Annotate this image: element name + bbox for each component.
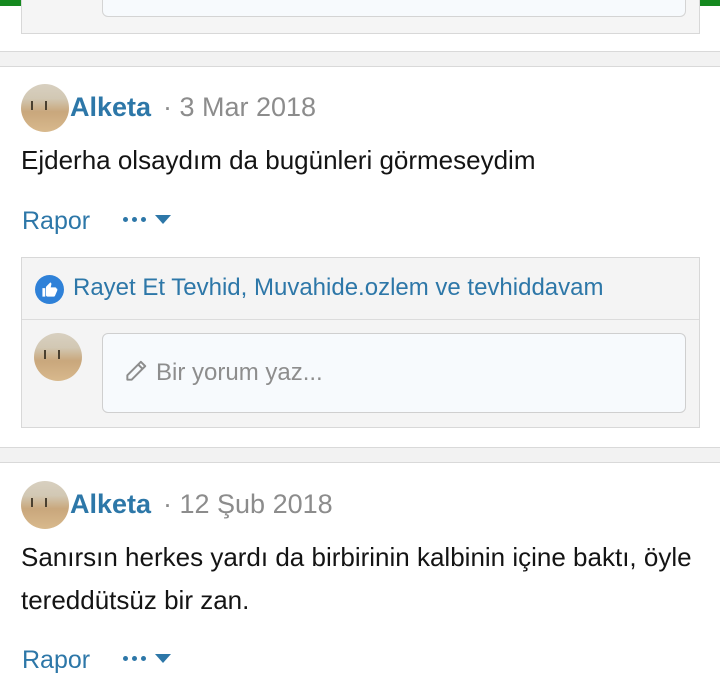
comment-input[interactable]: Bir yorum yaz... <box>102 333 686 413</box>
post-author[interactable]: Alketa <box>70 489 151 520</box>
report-link[interactable]: Rapor <box>22 646 90 675</box>
avatar[interactable] <box>21 481 69 529</box>
chevron-down-icon <box>155 654 171 663</box>
comment-placeholder: Bir yorum yaz... <box>156 359 323 386</box>
previous-comment-input[interactable] <box>102 0 686 17</box>
previous-comment-card <box>21 0 700 34</box>
report-link[interactable]: Rapor <box>22 207 90 236</box>
avatar[interactable] <box>21 84 69 132</box>
post-date[interactable]: · 3 Mar 2018 <box>163 92 316 123</box>
post-body: Sanırsın herkes yardı da birbirinin kalb… <box>21 542 692 615</box>
post-body: Ejderha olsaydım da bugünleri görmeseydi… <box>21 145 536 175</box>
comment-section: Rayet Et Tevhid, Muvahide.ozlem ve tevhi… <box>21 257 700 428</box>
pencil-icon <box>126 360 147 381</box>
post-date[interactable]: · 12 Şub 2018 <box>163 489 333 520</box>
thumbs-up-icon <box>35 275 64 304</box>
current-user-avatar[interactable] <box>34 333 82 381</box>
post-separator <box>0 447 720 463</box>
likes-row: Rayet Et Tevhid, Muvahide.ozlem ve tevhi… <box>22 258 699 320</box>
likes-list[interactable]: Rayet Et Tevhid, Muvahide.ozlem ve tevhi… <box>73 274 604 302</box>
post-separator <box>0 51 720 67</box>
post-author[interactable]: Alketa <box>70 92 151 123</box>
chevron-down-icon <box>155 215 171 224</box>
more-options-icon[interactable] <box>123 649 175 669</box>
more-options-icon[interactable] <box>123 210 175 230</box>
